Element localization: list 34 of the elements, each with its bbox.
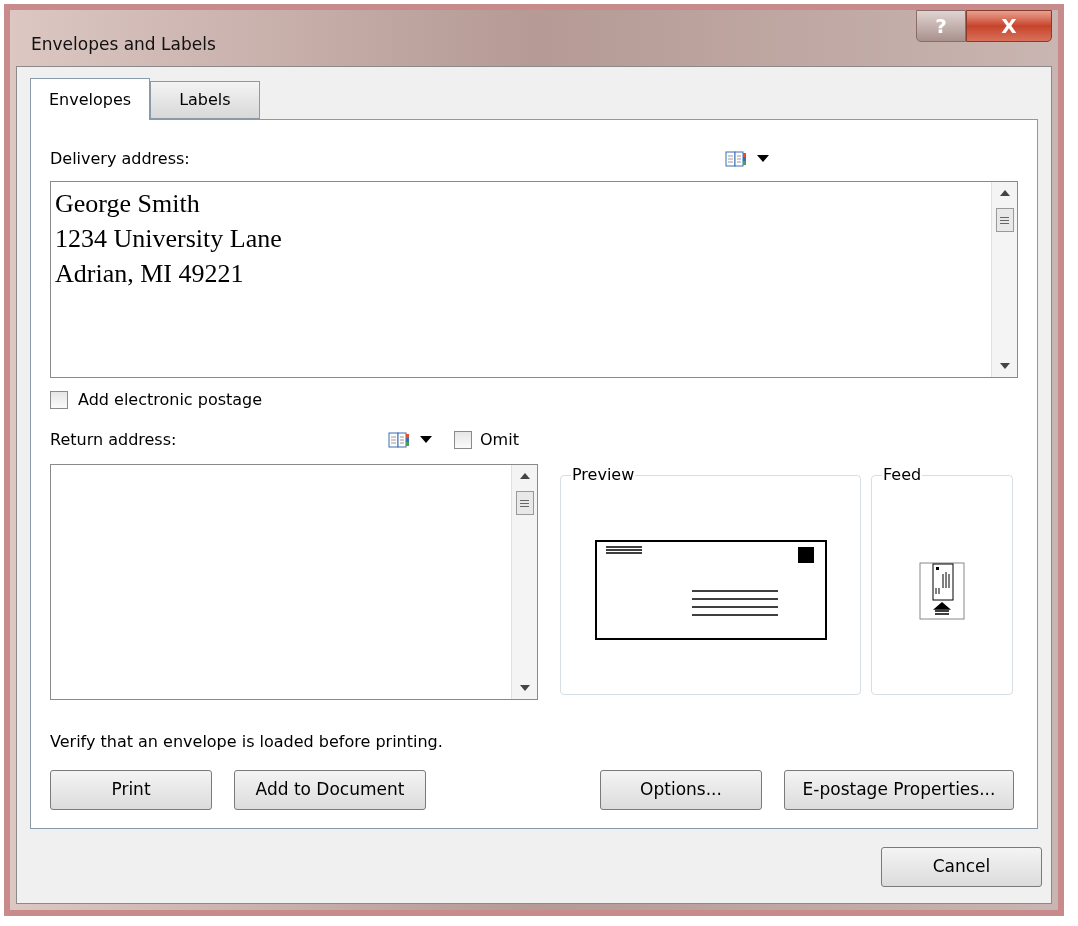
feed-drawing	[919, 562, 965, 620]
note-text: Verify that an envelope is loaded before printing.	[50, 731, 444, 753]
checkbox[interactable]	[454, 431, 472, 449]
delivery-address-field[interactable]: George Smith 1234 University Lane Adrian, MI 49221	[50, 181, 1018, 378]
close-button[interactable]: X	[966, 10, 1052, 42]
tab[interactable]: Labels	[150, 81, 260, 119]
scroll-thumb[interactable]	[995, 208, 1014, 232]
field-label: Return address:	[50, 429, 178, 451]
dialog-button[interactable]: E-postage Properties...	[784, 770, 1014, 810]
dropdown-caret-icon[interactable]	[757, 155, 769, 163]
address-book-icon[interactable]	[388, 432, 410, 448]
address-book-icon[interactable]	[725, 151, 747, 167]
dropdown-caret-icon[interactable]	[420, 436, 432, 444]
window-title: Envelopes and Labels	[31, 33, 216, 56]
scrollbar[interactable]	[991, 182, 1017, 377]
scroll-thumb[interactable]	[515, 491, 534, 515]
address-line: George Smith	[55, 188, 200, 220]
return-address-field[interactable]	[50, 464, 538, 700]
address-line: 1234 University Lane	[55, 223, 282, 255]
scrollbar[interactable]	[511, 465, 537, 699]
address-line: Adrian, MI 49221	[55, 258, 244, 290]
dialog-button[interactable]: Add to Document	[234, 770, 426, 810]
scroll-down-icon[interactable]	[519, 685, 530, 691]
dialog-button[interactable]: Cancel	[881, 847, 1042, 887]
checkbox[interactable]	[50, 391, 68, 409]
scroll-down-icon[interactable]	[999, 363, 1010, 369]
scroll-up-icon[interactable]	[519, 473, 530, 479]
dialog-button[interactable]: Options...	[600, 770, 762, 810]
field-label: Delivery address:	[50, 148, 191, 170]
checkbox-label: Add electronic postage	[78, 389, 263, 411]
scroll-up-icon[interactable]	[999, 190, 1010, 196]
checkbox-label: Omit	[480, 429, 519, 451]
dialog-button[interactable]: Print	[50, 770, 212, 810]
tab[interactable]: Envelopes	[30, 78, 151, 120]
